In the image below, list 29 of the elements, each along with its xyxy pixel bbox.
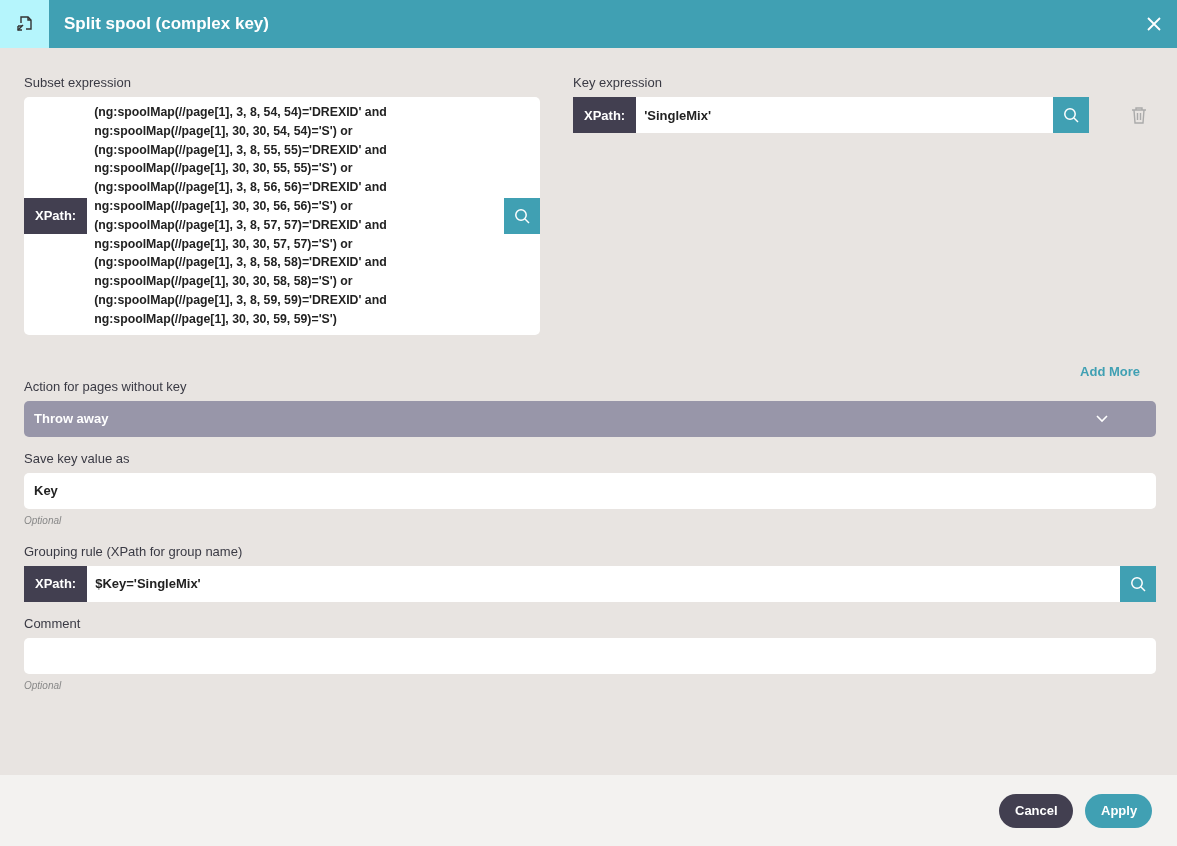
- cancel-button[interactable]: Cancel: [999, 793, 1073, 828]
- window-title: Split spool (complex key): [64, 14, 270, 34]
- field-label: Comment: [24, 615, 81, 631]
- search-button[interactable]: [1120, 565, 1156, 602]
- expression-input[interactable]: 'SingleMix': [636, 107, 1053, 123]
- xpath-prefix-label: XPath:: [573, 97, 637, 133]
- xpath-prefix-label: XPath:: [24, 565, 88, 602]
- optional-hint: Optional: [24, 679, 62, 691]
- field-label: Subset expression: [24, 75, 131, 90]
- search-button[interactable]: [504, 197, 540, 234]
- field-label: Action for pages without key: [24, 378, 187, 394]
- field-label: Save key value as: [24, 450, 130, 466]
- search-icon: [1063, 107, 1079, 123]
- chevron-down-icon: [1096, 414, 1108, 423]
- xpath-prefix-label: XPath:: [24, 197, 88, 234]
- document-icon: [15, 15, 34, 33]
- close-icon: [1147, 17, 1161, 31]
- search-button[interactable]: [1053, 97, 1089, 133]
- search-icon: [514, 207, 530, 224]
- optional-hint: Optional: [24, 514, 62, 526]
- search-icon: [1130, 575, 1146, 592]
- expression-input[interactable]: $Key='SingleMix': [87, 576, 1120, 592]
- key-name-input[interactable]: Key: [24, 472, 1156, 509]
- expression-input[interactable]: (ng:spoolMap(//page[1], 3, 8, 54, 54)='DREXID' and ng:spoolMap(//page[1], 30, 30, 54, 54)='S') or (ng:spoolMap(//page[1], 3, 8, 55, 55)='DREXID' and ng:spoolMap(//page[1], 30, 30, 55, 55)='S') or (ng:spoolMap(//page[1], 3, 8, 56, 56)='DREXID' and ng:spoolMap(//page[1], 30, 30, 56, 56)='S') or (ng:spoolMap(//page[1], 3, 8, 57, 57)='DREXID' and ng:spoolMap(//page[1], 30, 30, 57, 57)='S') or (ng:spoolMap(//page[1], 3, 8, 58, 58)='DREXID' and ng:spoolMap(//page[1], 30, 30, 58, 58)='S') or (ng:spoolMap(//page[1], 3, 8, 59, 59)='DREXID' and ng:spoolMap(//page[1], 30, 30, 59, 59)='S'): [87, 97, 504, 335]
- field-label: Key expression: [573, 75, 662, 90]
- field-label: Grouping rule (XPath for group name): [24, 543, 243, 559]
- comment-input[interactable]: [24, 637, 1156, 674]
- trash-icon: [1131, 106, 1147, 124]
- delete-button[interactable]: [1131, 106, 1147, 124]
